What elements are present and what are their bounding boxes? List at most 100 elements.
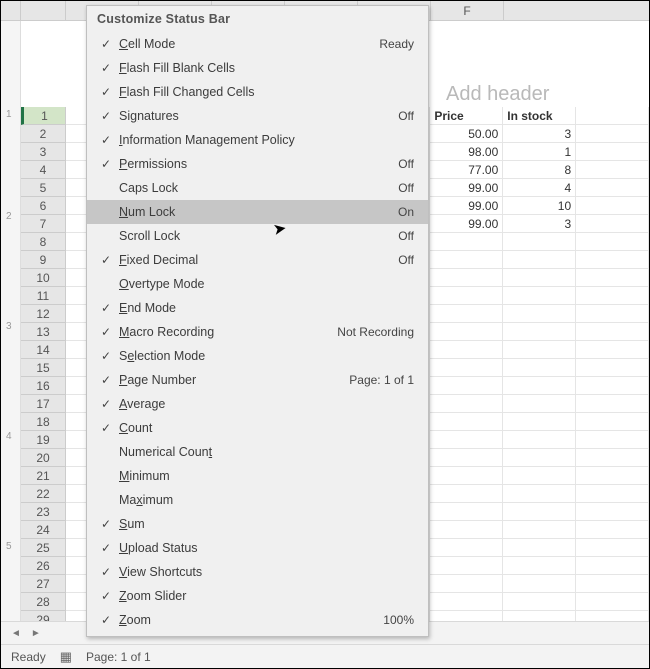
menu-item[interactable]: ✓View Shortcuts xyxy=(87,560,428,584)
menu-item[interactable]: ✓Macro RecordingNot Recording xyxy=(87,320,428,344)
macro-record-icon[interactable]: ▦ xyxy=(60,649,72,665)
cell[interactable] xyxy=(503,287,576,305)
cell[interactable] xyxy=(430,287,503,305)
cell[interactable] xyxy=(503,233,576,251)
cell[interactable]: 10 xyxy=(503,197,576,215)
cell[interactable] xyxy=(503,359,576,377)
cell[interactable] xyxy=(430,593,503,611)
menu-item[interactable]: ✓Average xyxy=(87,392,428,416)
menu-item[interactable]: Num LockOn xyxy=(87,200,428,224)
sheet-prev-icon[interactable]: ◄ xyxy=(11,628,21,639)
row-header[interactable]: 17 xyxy=(21,395,65,413)
row-header[interactable]: 27 xyxy=(21,575,65,593)
cell[interactable] xyxy=(576,251,649,269)
menu-item[interactable]: ✓Zoom100% xyxy=(87,608,428,632)
cell[interactable]: 3 xyxy=(503,125,576,143)
cell[interactable] xyxy=(430,305,503,323)
cell[interactable]: 99.00 xyxy=(430,215,503,233)
menu-item[interactable]: Scroll LockOff xyxy=(87,224,428,248)
cell[interactable] xyxy=(576,359,649,377)
cell[interactable] xyxy=(503,251,576,269)
cell[interactable]: 3 xyxy=(503,215,576,233)
cell[interactable] xyxy=(503,395,576,413)
cell[interactable] xyxy=(576,179,649,197)
cell[interactable]: 1 xyxy=(503,143,576,161)
cell[interactable] xyxy=(430,431,503,449)
cell[interactable] xyxy=(503,323,576,341)
cell[interactable] xyxy=(430,251,503,269)
cell[interactable] xyxy=(576,341,649,359)
column-header[interactable]: F xyxy=(431,1,504,20)
cell[interactable] xyxy=(576,449,649,467)
cell[interactable] xyxy=(430,233,503,251)
row-header[interactable]: 16 xyxy=(21,377,65,395)
menu-item[interactable]: ✓Fixed DecimalOff xyxy=(87,248,428,272)
cell[interactable] xyxy=(576,467,649,485)
row-header[interactable]: 14 xyxy=(21,341,65,359)
sheet-next-icon[interactable]: ► xyxy=(31,628,41,639)
cell[interactable] xyxy=(576,125,649,143)
menu-item[interactable]: Minimum xyxy=(87,464,428,488)
menu-item[interactable]: ✓Page NumberPage: 1 of 1 xyxy=(87,368,428,392)
cell[interactable] xyxy=(503,413,576,431)
cell[interactable] xyxy=(503,539,576,557)
row-header[interactable]: 24 xyxy=(21,521,65,539)
menu-item[interactable]: ✓SignaturesOff xyxy=(87,104,428,128)
cell[interactable] xyxy=(576,107,649,125)
cell[interactable] xyxy=(503,341,576,359)
cell[interactable] xyxy=(430,269,503,287)
cell[interactable] xyxy=(576,305,649,323)
cell[interactable] xyxy=(430,575,503,593)
cell[interactable] xyxy=(576,323,649,341)
cell[interactable] xyxy=(430,449,503,467)
menu-item[interactable]: ✓Selection Mode xyxy=(87,344,428,368)
cell[interactable] xyxy=(430,395,503,413)
cell[interactable]: 4 xyxy=(503,179,576,197)
cell[interactable]: 8 xyxy=(503,161,576,179)
row-header[interactable]: 1 xyxy=(21,107,65,125)
row-header[interactable]: 12 xyxy=(21,305,65,323)
cell[interactable] xyxy=(576,557,649,575)
row-header[interactable]: 8 xyxy=(21,233,65,251)
cell[interactable] xyxy=(503,593,576,611)
menu-item[interactable]: ✓Cell ModeReady xyxy=(87,32,428,56)
cell[interactable] xyxy=(576,575,649,593)
row-header[interactable]: 15 xyxy=(21,359,65,377)
cell[interactable] xyxy=(430,557,503,575)
cell[interactable]: 99.00 xyxy=(430,179,503,197)
cell[interactable] xyxy=(430,467,503,485)
menu-item[interactable]: ✓Sum xyxy=(87,512,428,536)
row-header[interactable]: 6 xyxy=(21,197,65,215)
menu-item[interactable]: ✓Flash Fill Changed Cells xyxy=(87,80,428,104)
cell[interactable] xyxy=(430,413,503,431)
cell[interactable]: Price xyxy=(430,107,503,125)
cell[interactable] xyxy=(503,575,576,593)
cell[interactable] xyxy=(503,521,576,539)
cell[interactable] xyxy=(503,485,576,503)
cell[interactable] xyxy=(503,305,576,323)
cell[interactable]: 99.00 xyxy=(430,197,503,215)
row-header[interactable]: 18 xyxy=(21,413,65,431)
row-header[interactable]: 3 xyxy=(21,143,65,161)
cell[interactable] xyxy=(503,557,576,575)
cell[interactable] xyxy=(576,521,649,539)
menu-item[interactable]: ✓PermissionsOff xyxy=(87,152,428,176)
cell[interactable] xyxy=(576,287,649,305)
cell[interactable] xyxy=(503,377,576,395)
cell[interactable] xyxy=(576,377,649,395)
row-header[interactable]: 21 xyxy=(21,467,65,485)
menu-item[interactable]: ✓End Mode xyxy=(87,296,428,320)
cell[interactable] xyxy=(430,521,503,539)
row-header[interactable]: 23 xyxy=(21,503,65,521)
cell[interactable] xyxy=(576,269,649,287)
cell[interactable] xyxy=(503,467,576,485)
menu-item[interactable]: ✓Upload Status xyxy=(87,536,428,560)
row-header[interactable]: 11 xyxy=(21,287,65,305)
menu-item[interactable]: ✓Flash Fill Blank Cells xyxy=(87,56,428,80)
cell[interactable] xyxy=(576,233,649,251)
row-header[interactable]: 25 xyxy=(21,539,65,557)
row-header[interactable]: 10 xyxy=(21,269,65,287)
cell[interactable] xyxy=(503,449,576,467)
row-header[interactable]: 28 xyxy=(21,593,65,611)
status-bar[interactable]: Ready ▦ Page: 1 of 1 xyxy=(1,644,649,668)
